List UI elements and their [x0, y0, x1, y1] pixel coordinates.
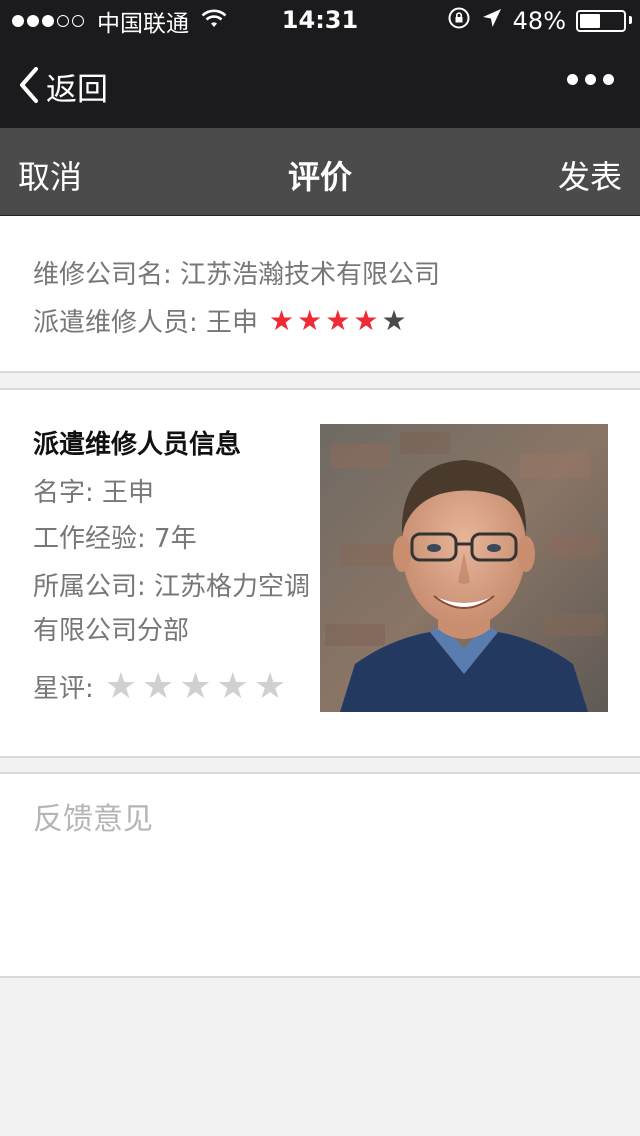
- rotation-lock-icon: [447, 6, 471, 36]
- star-icon: ★: [325, 304, 351, 337]
- repair-summary: 维修公司名: 江苏浩瀚技术有限公司 派遣维修人员: 王申 ★ ★ ★ ★ ★: [0, 216, 640, 373]
- staff-info-card: 派遣维修人员信息 名字: 王申 工作经验: 7年 所属公司: 江苏格力空调有限公…: [0, 388, 640, 758]
- staff-company-field: 所属公司: 江苏格力空调有限公司分部: [33, 572, 311, 646]
- feedback-input[interactable]: [0, 774, 640, 976]
- rating-label: 星评:: [33, 674, 94, 704]
- battery-level: [580, 14, 601, 28]
- star-icon[interactable]: ★: [179, 666, 211, 707]
- star-icon: ★: [297, 304, 323, 337]
- staff-rating-stars: ★ ★ ★ ★ ★: [266, 304, 407, 337]
- publish-button[interactable]: 发表: [558, 152, 622, 198]
- star-icon[interactable]: ★: [217, 666, 249, 707]
- more-dots-icon[interactable]: [560, 74, 614, 85]
- staff-info-title: 派遣维修人员信息: [33, 430, 242, 460]
- action-bar: 取消 评价 发表: [0, 128, 640, 216]
- status-bar: 中国联通 14:31 48%: [0, 0, 640, 42]
- star-icon[interactable]: ★: [105, 666, 137, 707]
- page-title: 评价: [287, 158, 352, 196]
- staff-photo: [320, 424, 608, 712]
- staff-rating-row: 星评: ★ ★ ★ ★ ★: [33, 666, 286, 707]
- battery-percent: 48%: [512, 7, 566, 35]
- company-name: 维修公司名: 江苏浩瀚技术有限公司: [33, 260, 441, 290]
- star-icon: ★: [269, 304, 295, 337]
- staff-name: 派遣维修人员: 王申: [33, 308, 259, 338]
- chevron-left-icon: [18, 66, 40, 108]
- staff-line: 派遣维修人员: 王申 ★ ★ ★ ★ ★: [33, 302, 407, 339]
- status-right: 48%: [437, 6, 632, 36]
- staff-experience-field: 工作经验: 7年: [33, 524, 197, 554]
- nav-bar: 返回: [0, 42, 640, 128]
- feedback-section: [0, 772, 640, 978]
- star-icon: ★: [353, 304, 379, 337]
- location-arrow-icon: [481, 7, 503, 35]
- star-icon[interactable]: ★: [142, 666, 174, 707]
- battery-icon: [576, 10, 632, 32]
- back-button[interactable]: 返回: [18, 64, 108, 109]
- rating-stars-input[interactable]: ★ ★ ★ ★ ★: [100, 666, 286, 707]
- staff-name-field: 名字: 王申: [33, 478, 155, 508]
- star-icon[interactable]: ★: [254, 666, 286, 707]
- star-icon: ★: [381, 304, 407, 337]
- back-label: 返回: [46, 72, 108, 108]
